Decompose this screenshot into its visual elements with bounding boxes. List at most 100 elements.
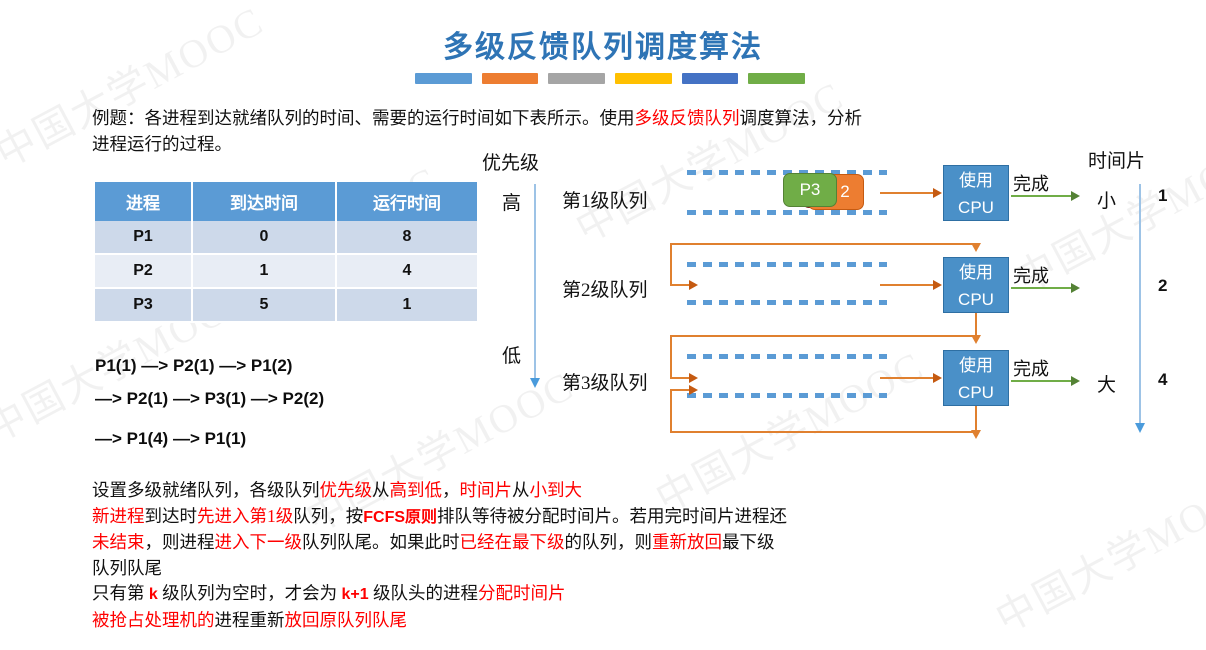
feedback-2-vert-left xyxy=(670,335,672,378)
cpu-box-2[interactable]: 使用 CPU xyxy=(943,257,1009,313)
mlfq-diagram: 优先级 高 低 第1级队列 2 P3 使用 CPU 完成 第2级队列 使用 CP… xyxy=(480,148,1206,448)
expl-l2d: 队列，按 xyxy=(293,505,364,526)
queue-2-to-cpu-arrow xyxy=(933,280,942,290)
process-block-p3-label: P3 xyxy=(799,180,821,199)
feedback-2-into-queue3-arrow xyxy=(689,373,698,383)
priority-axis-arrow xyxy=(530,184,540,388)
cpu-2-line1: 使用 xyxy=(959,263,993,282)
timeslice-small-label: 小 xyxy=(1097,191,1117,212)
intro-text-2: 调度算法，分析 xyxy=(739,108,863,128)
explanation-block: 设置多级就绪队列，各级队列优先级从高到低，时间片从小到大 新进程到达时先进入第1… xyxy=(92,478,1152,633)
expl-l5a: 只有第 xyxy=(92,583,149,603)
title-underline-bars xyxy=(415,73,806,84)
timeslice-large-label: 大 xyxy=(1097,375,1117,396)
col-header-arrival: 到达时间 xyxy=(192,182,337,221)
cell-arrival: 5 xyxy=(192,288,337,323)
expl-l6c: 放回原队列队尾 xyxy=(284,609,408,630)
queue-3-loop-into-tail-arrow xyxy=(689,385,698,395)
cell-runtime: 1 xyxy=(336,288,477,323)
table-row: P1 0 8 xyxy=(95,221,477,255)
queue-1-rail-bottom xyxy=(687,210,887,215)
expl-l2e: FCFS原则 xyxy=(363,508,438,526)
expl-l5d: k+1 xyxy=(341,586,369,603)
expl-l2f: 排队等待被分配时间片。若用完时间片进程还 xyxy=(437,505,788,526)
feedback-2-vert-down xyxy=(975,313,977,337)
rule-bar-6 xyxy=(748,73,806,84)
explanation-line-3: 未结束，则进程进入下一级队列队尾。如果此时已经在最下级的队列，则重新放回最下级 xyxy=(92,530,1152,556)
queue-1-done-arrow xyxy=(1071,191,1080,201)
queue-3-loop-horiz xyxy=(670,431,976,433)
expl-l3d: 队列队尾。如果此时 xyxy=(302,532,460,552)
cell-process: P2 xyxy=(95,254,193,289)
cell-runtime: 8 xyxy=(336,221,477,255)
expl-l3b: ，则进程 xyxy=(144,532,215,552)
queue-1-to-cpu-line xyxy=(880,192,935,194)
explanation-line-2: 新进程到达时先进入第1级队列，按FCFS原则排队等待被分配时间片。若用完时间片进… xyxy=(92,504,1152,531)
expl-l3a: 未结束 xyxy=(92,532,145,552)
cpu-box-3[interactable]: 使用 CPU xyxy=(943,350,1009,406)
expl-l1f: 时间片 xyxy=(459,480,513,500)
cpu-box-1[interactable]: 使用 CPU xyxy=(943,165,1009,221)
cell-process: P1 xyxy=(95,221,193,255)
cpu-2-line2: CPU xyxy=(958,290,994,309)
queue-3-done-line xyxy=(1011,380,1073,382)
queue-2-done-arrow xyxy=(1071,283,1080,293)
expl-l1d: 高到低 xyxy=(389,480,443,500)
timeslice-value-3: 4 xyxy=(1158,370,1168,389)
expl-l5b: k xyxy=(148,586,158,603)
expl-l6a: 被抢占处理机的 xyxy=(92,609,215,630)
queue-3-to-cpu-arrow xyxy=(933,373,942,383)
priority-high-label: 高 xyxy=(502,193,522,214)
timeslice-value-1: 1 xyxy=(1158,186,1168,205)
col-header-runtime: 运行时间 xyxy=(336,182,477,221)
expl-l3c: 进入下一级 xyxy=(214,532,303,552)
queue-1-to-cpu-arrow xyxy=(933,188,942,198)
rule-bar-3 xyxy=(548,73,606,84)
queue-3-label: 第3级队列 xyxy=(562,373,648,394)
intro-line-2: 进程运行的过程。 xyxy=(92,134,232,154)
expl-l3h: 最下级 xyxy=(722,532,775,552)
queue-2-rail-bottom xyxy=(687,300,887,305)
explanation-line-4: 队列队尾 xyxy=(92,557,162,578)
rule-bar-5 xyxy=(681,73,739,84)
queue-1-done-label: 完成 xyxy=(1013,174,1049,194)
queue-2-label: 第2级队列 xyxy=(562,280,648,301)
slide-root: 中国大学MOOC 中国大学MOOC 中国大学MOOC 中国大学MOOC 中国大学… xyxy=(0,0,1206,650)
rule-bar-4 xyxy=(615,73,672,84)
feedback-2-horiz xyxy=(670,335,976,337)
sequence-line-2: —> P2(1) —> P3(1) —> P2(2) xyxy=(95,389,325,408)
cell-arrival: 0 xyxy=(192,221,337,255)
feedback-1-horiz xyxy=(670,243,976,245)
queue-3-to-cpu-line xyxy=(880,377,935,379)
intro-text-1: 例题：各进程到达就绪队列的时间、需要的运行时间如下表所示。使用 xyxy=(92,108,635,128)
expl-l1g: 从 xyxy=(512,480,530,500)
table-row: P3 5 1 xyxy=(95,288,477,323)
expl-l3g: 重新放回 xyxy=(652,532,722,552)
queue-2-rail-top xyxy=(687,262,887,267)
process-block-p2-label: 2 xyxy=(840,182,850,201)
priority-low-label: 低 xyxy=(502,346,522,367)
explanation-line-6: 被抢占处理机的进程重新放回原队列队尾 xyxy=(92,608,1152,634)
queue-1-done-line xyxy=(1011,195,1073,197)
cpu-3-line1: 使用 xyxy=(959,356,993,375)
rule-bar-1 xyxy=(415,73,472,84)
rule-bar-2 xyxy=(481,73,539,84)
process-block-p3[interactable]: P3 xyxy=(783,173,837,207)
cell-process: P3 xyxy=(95,288,193,323)
expl-l1h: 小到大 xyxy=(529,480,583,500)
queue-2-done-label: 完成 xyxy=(1013,266,1049,286)
col-header-process: 进程 xyxy=(95,182,193,221)
queue-3-loop-vert-down xyxy=(975,406,977,432)
expl-l6b: 进程重新 xyxy=(214,609,285,630)
expl-l3e: 已经在最下级 xyxy=(459,532,565,552)
cell-runtime: 4 xyxy=(336,254,477,289)
queue-3-done-arrow xyxy=(1071,376,1080,386)
queue-2-done-line xyxy=(1011,287,1073,289)
expl-l5c: 级队列为空时，才会为 xyxy=(157,583,342,603)
process-table: 进程 到达时间 运行时间 P1 0 8 P2 1 4 P3 5 1 xyxy=(95,182,477,323)
timeslice-axis-arrow xyxy=(1135,184,1145,433)
sequence-line-3: —> P1(4) —> P1(1) xyxy=(95,429,247,448)
cpu-1-line1: 使用 xyxy=(959,171,993,190)
expl-l5e: 级队头的进程 xyxy=(368,583,479,603)
feedback-1-into-queue2-arrow xyxy=(689,280,698,290)
